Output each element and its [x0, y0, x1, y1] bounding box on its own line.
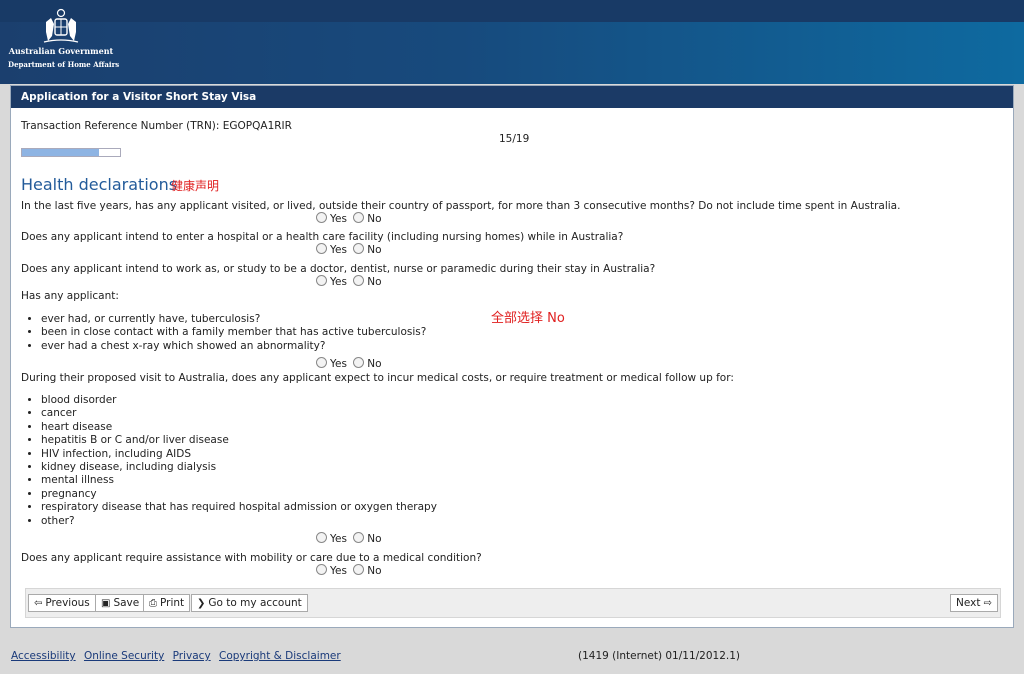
yes-label: Yes	[330, 244, 347, 256]
list-item: been in close contact with a family memb…	[41, 326, 426, 339]
question-4-list: ever had, or currently have, tuberculosi…	[21, 313, 426, 353]
no-label: No	[367, 565, 382, 577]
previous-button[interactable]: ⇦ Previous	[28, 594, 96, 612]
list-item: heart disease	[41, 421, 437, 434]
site-header: Australian Government Department of Home…	[0, 0, 1024, 84]
list-item: kidney disease, including dialysis	[41, 461, 437, 474]
accessibility-link[interactable]: Accessibility	[11, 650, 76, 662]
previous-label: Previous	[45, 597, 90, 609]
question-5-yes-radio[interactable]	[316, 532, 327, 543]
yes-label: Yes	[330, 565, 347, 577]
no-label: No	[367, 244, 382, 256]
question-1-yes-radio[interactable]	[316, 212, 327, 223]
list-item: HIV infection, including AIDS	[41, 448, 437, 461]
next-button[interactable]: Next ⇨	[950, 594, 998, 612]
list-item: pregnancy	[41, 488, 437, 501]
question-6-options: Yes No	[316, 564, 382, 577]
printer-icon: ⎙	[149, 598, 157, 609]
panel-title: Application for a Visitor Short Stay Vis…	[11, 86, 1013, 108]
list-item: ever had a chest x-ray which showed an a…	[41, 340, 426, 353]
privacy-link[interactable]: Privacy	[173, 650, 211, 662]
list-item: ever had, or currently have, tuberculosi…	[41, 313, 426, 326]
question-4-options: Yes No	[316, 357, 382, 370]
arrow-left-outline-icon: ⇦	[34, 598, 43, 609]
no-label: No	[367, 276, 382, 288]
question-1-options: Yes No	[316, 212, 382, 225]
coat-of-arms-icon	[43, 8, 79, 43]
progress-bar	[21, 148, 121, 157]
print-label: Print	[160, 597, 185, 609]
trn-text: Transaction Reference Number (TRN): EGOP…	[21, 120, 292, 132]
question-6-yes-radio[interactable]	[316, 564, 327, 575]
button-bar: ⇦ Previous ▣ Save ⎙ Print ❯ Go to my account…	[25, 588, 1001, 618]
question-4-no-radio[interactable]	[353, 357, 365, 368]
question-3-text: Does any applicant intend to work as, or…	[21, 263, 656, 275]
question-6-text: Does any applicant require assistance wi…	[21, 552, 482, 564]
footer-links: Accessibility Online Security Privacy Co…	[11, 650, 346, 662]
chevron-right-icon: ❯	[197, 598, 206, 609]
question-5-options: Yes No	[316, 532, 382, 545]
print-button[interactable]: ⎙ Print	[143, 594, 191, 612]
page-title: Health declarations	[21, 175, 178, 194]
save-button[interactable]: ▣ Save	[95, 594, 146, 612]
save-label: Save	[113, 597, 140, 609]
list-item: hepatitis B or C and/or liver disease	[41, 434, 437, 447]
question-1-text: In the last five years, has any applican…	[21, 200, 901, 212]
question-6-no-radio[interactable]	[353, 564, 365, 575]
header-top-band	[0, 0, 1024, 22]
copyright-disclaimer-link[interactable]: Copyright & Disclaimer	[219, 650, 341, 662]
progress-bar-fill	[22, 149, 100, 156]
question-4-text: Has any applicant:	[21, 290, 119, 302]
floppy-disk-icon: ▣	[101, 598, 111, 609]
yes-label: Yes	[330, 276, 347, 288]
list-item: other?	[41, 515, 437, 528]
question-5-text: During their proposed visit to Australia…	[21, 372, 734, 384]
question-2-yes-radio[interactable]	[316, 243, 327, 254]
government-logo: Australian Government Department of Home…	[8, 8, 120, 74]
question-2-no-radio[interactable]	[353, 243, 365, 254]
list-item: mental illness	[41, 474, 437, 487]
yes-label: Yes	[330, 213, 347, 225]
annotation-select-all-no: 全部选择 No	[491, 311, 565, 326]
question-2-text: Does any applicant intend to enter a hos…	[21, 231, 624, 243]
question-3-options: Yes No	[316, 275, 382, 288]
question-2-options: Yes No	[316, 243, 382, 256]
list-item: cancer	[41, 407, 437, 420]
question-3-no-radio[interactable]	[353, 275, 365, 286]
question-4-yes-radio[interactable]	[316, 357, 327, 368]
list-item: blood disorder	[41, 394, 437, 407]
application-panel: Application for a Visitor Short Stay Vis…	[10, 85, 1014, 628]
version-text: (1419 (Internet) 01/11/2012.1)	[578, 650, 741, 662]
annotation-health-declarations: 健康声明	[171, 179, 220, 193]
yes-label: Yes	[330, 358, 347, 370]
question-1-no-radio[interactable]	[353, 212, 365, 223]
step-indicator: 15/19	[499, 133, 530, 145]
next-label: Next	[956, 597, 981, 609]
org-name: Australian Government	[8, 46, 114, 56]
no-label: No	[367, 213, 382, 225]
list-item: respiratory disease that has required ho…	[41, 501, 437, 514]
no-label: No	[367, 358, 382, 370]
account-label: Go to my account	[208, 597, 302, 609]
question-5-no-radio[interactable]	[353, 532, 365, 543]
question-5-list: blood disorder cancer heart disease hepa…	[21, 394, 437, 528]
arrow-right-outline-icon: ⇨	[983, 598, 992, 609]
yes-label: Yes	[330, 533, 347, 545]
no-label: No	[367, 533, 382, 545]
department-name: Department of Home Affairs	[8, 60, 120, 69]
go-to-account-button[interactable]: ❯ Go to my account	[191, 594, 308, 612]
online-security-link[interactable]: Online Security	[84, 650, 164, 662]
question-3-yes-radio[interactable]	[316, 275, 327, 286]
